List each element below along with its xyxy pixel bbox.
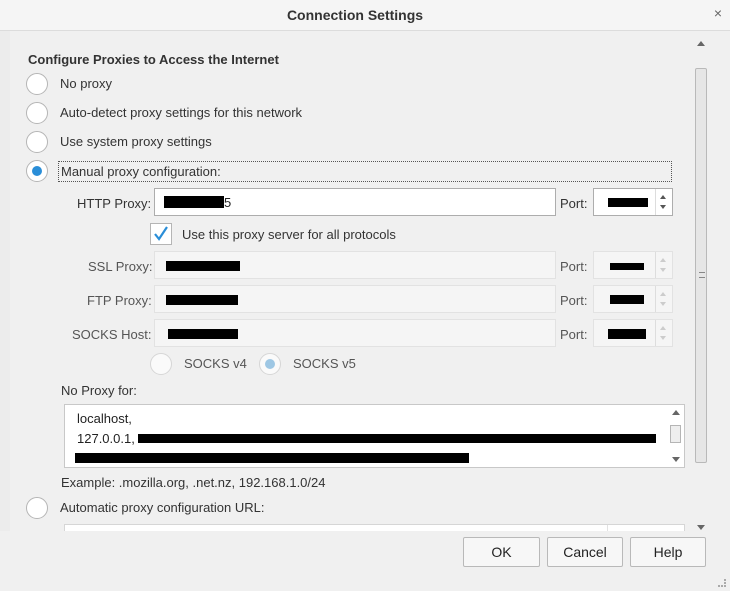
ok-button[interactable]: OK xyxy=(463,537,540,567)
radio-label-socks-v4: SOCKS v4 xyxy=(184,356,247,371)
http-proxy-input[interactable]: 5 xyxy=(154,188,556,216)
redacted-value xyxy=(608,198,648,207)
http-port-label: Port: xyxy=(560,196,588,211)
title-bar: Connection Settings × xyxy=(0,0,730,31)
radio-auto-detect[interactable] xyxy=(26,102,48,124)
radio-manual-proxy[interactable] xyxy=(26,160,48,182)
socks-host-label: SOCKS Host: xyxy=(72,327,152,342)
redacted-value xyxy=(608,329,646,339)
radio-label-auto-config-url: Automatic proxy configuration URL: xyxy=(60,500,265,515)
radio-socks-v4[interactable] xyxy=(150,353,172,375)
ftp-proxy-label: FTP Proxy: xyxy=(87,293,152,308)
ssl-proxy-label: SSL Proxy: xyxy=(88,259,153,274)
spin-down-icon[interactable] xyxy=(660,302,666,306)
no-proxy-line: 127.0.0.1, xyxy=(77,431,135,446)
dialog-content: Configure Proxies to Access the Internet… xyxy=(10,31,694,531)
auto-config-url-input[interactable] xyxy=(64,524,685,531)
socks-port-label: Port: xyxy=(560,327,588,342)
redacted-value xyxy=(168,329,238,339)
redacted-value xyxy=(75,453,469,463)
scroll-thumb[interactable] xyxy=(670,425,681,443)
scroll-thumb[interactable] xyxy=(695,68,707,463)
dialog-footer: OK Cancel Help xyxy=(0,531,730,591)
redacted-value xyxy=(166,261,240,271)
help-button[interactable]: Help xyxy=(630,537,706,567)
ftp-port-spinner[interactable] xyxy=(655,286,672,312)
ftp-port-input[interactable] xyxy=(593,285,673,313)
redacted-value xyxy=(610,295,644,304)
ssl-port-spinner[interactable] xyxy=(655,252,672,278)
checkmark-icon xyxy=(154,226,168,241)
no-proxy-for-label: No Proxy for: xyxy=(61,383,137,398)
grip-icon xyxy=(699,272,705,278)
resize-grip-icon[interactable] xyxy=(718,579,726,587)
dialog-title: Connection Settings xyxy=(286,7,424,23)
background-window-strip xyxy=(0,31,10,591)
no-proxy-line: localhost, xyxy=(77,411,132,426)
radio-label-system-proxy: Use system proxy settings xyxy=(60,134,212,149)
scroll-down-icon[interactable] xyxy=(697,525,705,530)
dialog-scrollbar[interactable] xyxy=(694,38,708,533)
no-proxy-example: Example: .mozilla.org, .net.nz, 192.168.… xyxy=(61,475,326,490)
use-for-all-checkbox[interactable] xyxy=(150,223,172,245)
radio-no-proxy[interactable] xyxy=(26,73,48,95)
spin-down-icon[interactable] xyxy=(660,205,666,209)
section-heading: Configure Proxies to Access the Internet xyxy=(28,52,279,67)
spin-up-icon[interactable] xyxy=(660,292,666,296)
redacted-value xyxy=(164,196,224,208)
no-proxy-scrollbar[interactable] xyxy=(668,405,684,467)
http-port-input[interactable] xyxy=(593,188,673,216)
redacted-value xyxy=(166,295,238,305)
ssl-port-input[interactable] xyxy=(593,251,673,279)
spin-down-icon[interactable] xyxy=(660,268,666,272)
ssl-port-label: Port: xyxy=(560,259,588,274)
close-icon[interactable]: × xyxy=(714,5,722,21)
use-for-all-label: Use this proxy server for all protocols xyxy=(182,227,396,242)
radio-socks-v5[interactable] xyxy=(259,353,281,375)
http-proxy-label: HTTP Proxy: xyxy=(77,196,152,211)
spin-up-icon[interactable] xyxy=(660,195,666,199)
spin-up-icon[interactable] xyxy=(660,326,666,330)
radio-system-proxy[interactable] xyxy=(26,131,48,153)
spin-down-icon[interactable] xyxy=(660,336,666,340)
spin-up-icon[interactable] xyxy=(660,258,666,262)
socks-host-input[interactable] xyxy=(154,319,556,347)
ftp-proxy-input[interactable] xyxy=(154,285,556,313)
http-proxy-value-tail: 5 xyxy=(224,195,232,210)
scroll-up-icon[interactable] xyxy=(697,41,705,46)
redacted-value xyxy=(610,263,644,270)
scroll-down-icon[interactable] xyxy=(672,457,680,462)
no-proxy-textarea[interactable]: localhost, 127.0.0.1, xyxy=(64,404,685,468)
socks-port-spinner[interactable] xyxy=(655,320,672,346)
radio-label-socks-v5: SOCKS v5 xyxy=(293,356,356,371)
socks-port-input[interactable] xyxy=(593,319,673,347)
cancel-button[interactable]: Cancel xyxy=(547,537,623,567)
redacted-value xyxy=(138,434,656,443)
radio-auto-config-url[interactable] xyxy=(26,497,48,519)
ssl-proxy-input[interactable] xyxy=(154,251,556,279)
scroll-up-icon[interactable] xyxy=(672,410,680,415)
radio-label-auto-detect: Auto-detect proxy settings for this netw… xyxy=(60,105,303,120)
ftp-port-label: Port: xyxy=(560,293,588,308)
http-port-spinner[interactable] xyxy=(655,189,672,215)
radio-label-manual-proxy: Manual proxy configuration: xyxy=(58,161,672,182)
radio-label-no-proxy: No proxy xyxy=(60,76,113,91)
